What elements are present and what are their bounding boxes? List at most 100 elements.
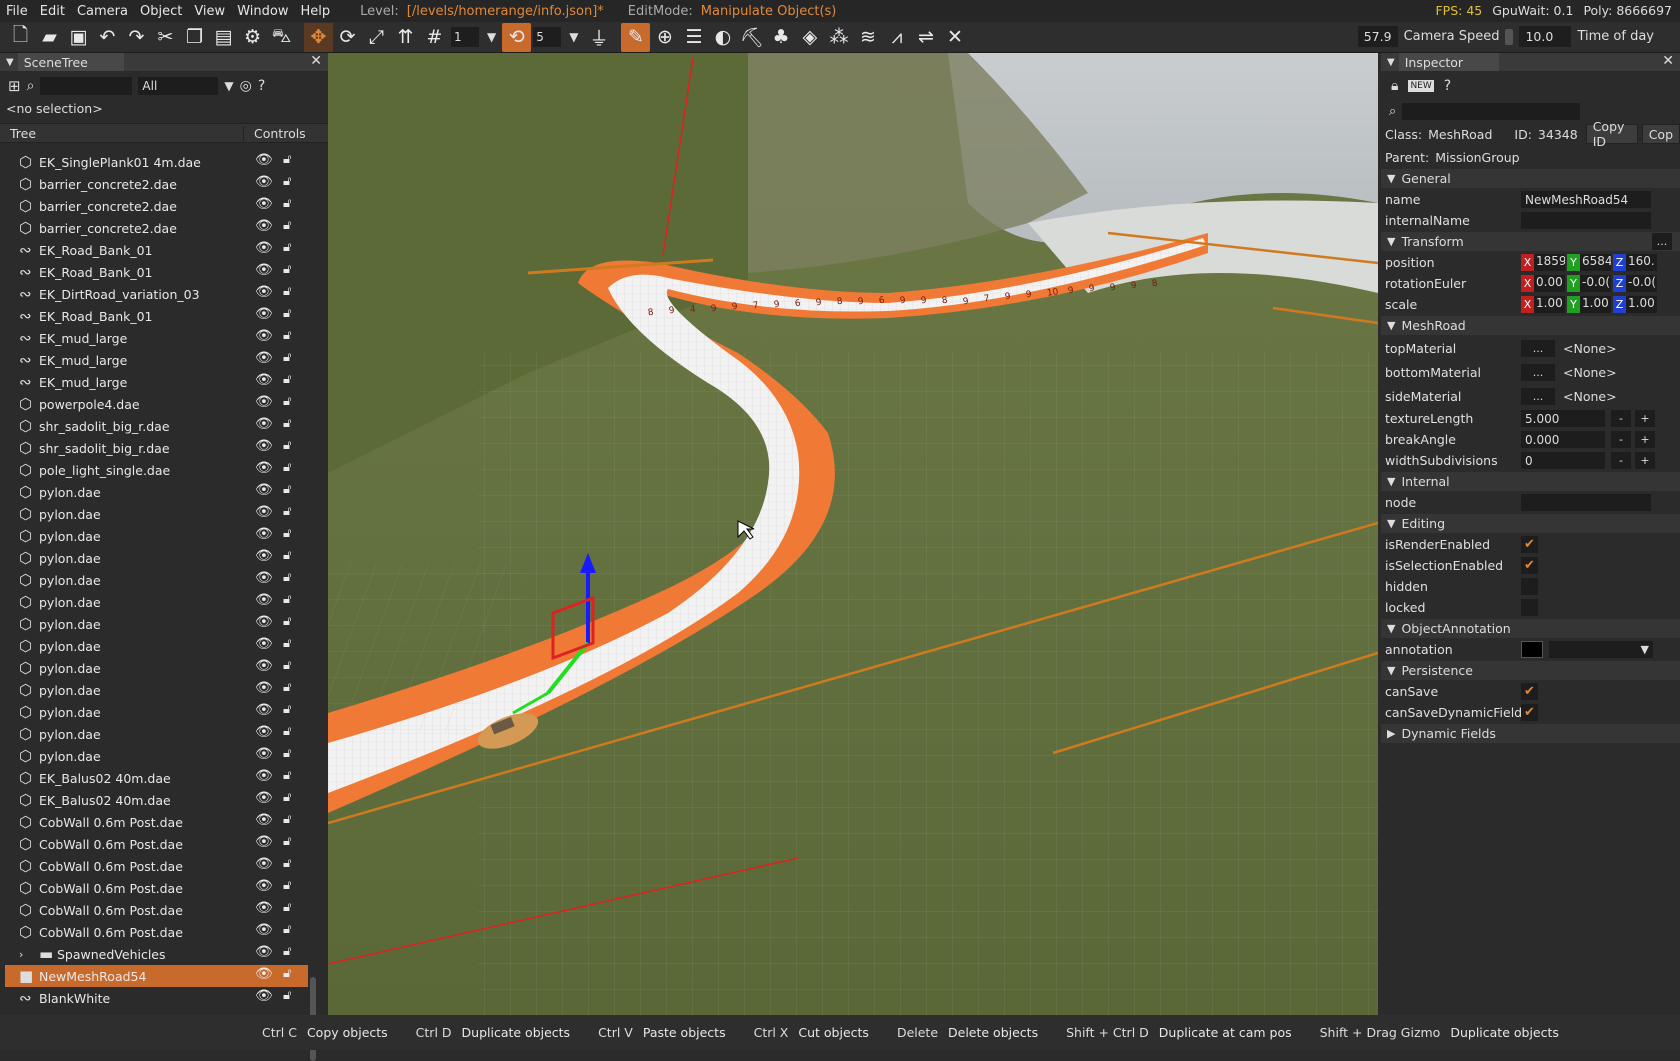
lock-icon[interactable]: 🔓︎: [283, 592, 291, 607]
section-meshroad[interactable]: ▼ MeshRoad: [1381, 316, 1680, 335]
visibility-eye-icon[interactable]: 👁︎: [255, 856, 273, 872]
visibility-eye-icon[interactable]: 👁︎: [255, 174, 273, 190]
section-general[interactable]: ▼ General: [1381, 169, 1680, 188]
tree-row[interactable]: ∾ EK_mud_large 👁︎ 🔓︎: [5, 327, 308, 349]
menu-object[interactable]: Object: [134, 4, 188, 19]
lock-icon[interactable]: 🔒︎: [1391, 78, 1398, 94]
ai-path-icon[interactable]: ✕: [940, 23, 969, 52]
tree-row[interactable]: ⬡ pylon.dae 👁︎ 🔓︎: [5, 613, 308, 635]
terrain-snap-icon[interactable]: ⏚: [584, 23, 613, 52]
visibility-eye-icon[interactable]: 👁︎: [255, 218, 273, 234]
filter-select[interactable]: All: [138, 77, 219, 95]
rotate-snap-value[interactable]: 5: [533, 27, 562, 47]
texturelength-increment[interactable]: +: [1635, 410, 1655, 427]
tree-row[interactable]: ⬡ CobWall 0.6m Post.dae 👁︎ 🔓︎: [5, 811, 308, 833]
section-transform[interactable]: ▼ Transform...: [1381, 232, 1680, 251]
tree-row[interactable]: ⬡ pylon.dae 👁︎ 🔓︎: [5, 701, 308, 723]
lock-icon[interactable]: 🔓︎: [283, 878, 291, 893]
section-editing[interactable]: ▼ Editing: [1381, 514, 1680, 533]
expand-chevron-icon[interactable]: ›: [19, 948, 23, 961]
navigation-icon[interactable]: ⇌: [911, 23, 940, 52]
visibility-eye-icon[interactable]: 👁︎: [255, 482, 273, 498]
lock-icon[interactable]: 🔓︎: [283, 746, 291, 761]
search-input[interactable]: [40, 77, 133, 95]
internalname-field[interactable]: [1521, 212, 1651, 229]
texturelength-decrement[interactable]: -: [1611, 410, 1631, 427]
visibility-eye-icon[interactable]: 👁︎: [255, 504, 273, 520]
lock-icon[interactable]: 🔓︎: [283, 262, 291, 277]
lock-icon[interactable]: 🔓︎: [283, 900, 291, 915]
new-file-icon[interactable]: 🗋: [6, 23, 35, 52]
menu-camera[interactable]: Camera: [71, 4, 134, 19]
visibility-eye-icon[interactable]: 👁︎: [255, 416, 273, 432]
visibility-eye-icon[interactable]: 👁︎: [255, 592, 273, 608]
new-group-icon[interactable]: ⊞: [8, 77, 21, 95]
position-y[interactable]: 6584: [1580, 254, 1611, 271]
visibility-eye-icon[interactable]: 👁︎: [255, 262, 273, 278]
visibility-eye-icon[interactable]: 👁︎: [255, 526, 273, 542]
widthsubdivisions-increment[interactable]: +: [1635, 452, 1655, 469]
visibility-eye-icon[interactable]: 👁︎: [255, 790, 273, 806]
tree-row[interactable]: ⬡ CobWall 0.6m Post.dae 👁︎ 🔓︎: [5, 877, 308, 899]
bottommaterial-browse-button[interactable]: ...: [1521, 363, 1555, 381]
tree-row[interactable]: ⬡ pylon.dae 👁︎ 🔓︎: [5, 525, 308, 547]
visibility-eye-icon[interactable]: 👁︎: [255, 570, 273, 586]
lock-icon[interactable]: 🔓︎: [283, 394, 291, 409]
lock-icon[interactable]: 🔓︎: [283, 922, 291, 937]
breakangle-decrement[interactable]: -: [1611, 431, 1631, 448]
scene-tree-title[interactable]: SceneTree: [17, 53, 124, 71]
road-architect-icon[interactable]: ⩘: [882, 23, 911, 52]
paint-roller-icon[interactable]: ⛏: [737, 23, 766, 52]
lock-icon[interactable]: 🔓︎: [283, 768, 291, 783]
tree-row[interactable]: ⬡ pole_light_single.dae 👁︎ 🔓︎: [5, 459, 308, 481]
visibility-eye-icon[interactable]: 👁︎: [255, 548, 273, 564]
decal-icon[interactable]: ◈: [795, 23, 824, 52]
grid-snap-value[interactable]: 1: [451, 27, 479, 47]
node-field[interactable]: [1521, 494, 1651, 511]
scale-gizmo-icon[interactable]: ⤢: [362, 23, 391, 52]
tree-row[interactable]: ⬡ CobWall 0.6m Post.dae 👁︎ 🔓︎: [5, 899, 308, 921]
radar-icon[interactable]: ◎: [240, 78, 252, 94]
tree-row[interactable]: ⬡ EK_Balus02 40m.dae 👁︎ 🔓︎: [5, 767, 308, 789]
visibility-eye-icon[interactable]: 👁︎: [255, 372, 273, 388]
rotate-snap-icon[interactable]: ⟲: [502, 22, 532, 52]
tree-row[interactable]: ⬡ barrier_concrete2.dae 👁︎ 🔓︎: [5, 217, 308, 239]
tree-row[interactable]: ∾ EK_Road_Bank_01 👁︎ 🔓︎: [5, 305, 308, 327]
lock-icon[interactable]: 🔓︎: [283, 944, 291, 959]
widthsubdivisions-field[interactable]: 0: [1521, 452, 1605, 469]
tree-row[interactable]: ∾ EK_DirtRoad_variation_03 👁︎ 🔓︎: [5, 283, 308, 305]
tree-row[interactable]: ⬡ pylon.dae 👁︎ 🔓︎: [5, 657, 308, 679]
scale-z[interactable]: 1.00: [1626, 296, 1657, 313]
tree-row[interactable]: ⬡ shr_sadolit_big_r.dae 👁︎ 🔓︎: [5, 437, 308, 459]
lock-icon[interactable]: 🔓︎: [283, 350, 291, 365]
visibility-eye-icon[interactable]: 👁︎: [255, 680, 273, 696]
tree-row[interactable]: ⬡ pylon.dae 👁︎ 🔓︎: [5, 569, 308, 591]
section-dynamicfields[interactable]: ▶ Dynamic Fields: [1381, 724, 1680, 743]
forest-icon[interactable]: ♣: [766, 23, 795, 52]
visibility-eye-icon[interactable]: 👁︎: [255, 834, 273, 850]
lock-icon[interactable]: 🔓︎: [283, 790, 291, 805]
visibility-eye-icon[interactable]: 👁︎: [255, 196, 273, 212]
copy-button[interactable]: Cop: [1641, 124, 1680, 144]
lock-icon[interactable]: 🔓︎: [283, 988, 291, 1003]
section-objectannotation[interactable]: ▼ ObjectAnnotation: [1381, 619, 1680, 638]
tree-row[interactable]: ⬡ pylon.dae 👁︎ 🔓︎: [5, 723, 308, 745]
visibility-eye-icon[interactable]: 👁︎: [255, 438, 273, 454]
tree-row[interactable]: ∾ EK_mud_large 👁︎ 🔓︎: [5, 349, 308, 371]
rotate-gizmo-icon[interactable]: ⟳: [333, 23, 362, 52]
camera-speed-slider[interactable]: [1505, 28, 1514, 45]
open-folder-icon[interactable]: ▰: [35, 23, 64, 52]
save-icon[interactable]: ▣: [64, 23, 93, 52]
filter-dropdown-icon[interactable]: ▼: [224, 79, 233, 93]
visibility-eye-icon[interactable]: 👁︎: [255, 328, 273, 344]
transform-options-button[interactable]: ...: [1652, 233, 1672, 250]
visibility-eye-icon[interactable]: 👁︎: [255, 922, 273, 938]
lock-icon[interactable]: 🔓︎: [283, 834, 291, 849]
tree-row[interactable]: ⬡ powerpole4.dae 👁︎ 🔓︎: [5, 393, 308, 415]
tree-row[interactable]: ⬡ pylon.dae 👁︎ 🔓︎: [5, 591, 308, 613]
isselectionenabled-checkbox[interactable]: ✔: [1521, 557, 1538, 574]
position-z[interactable]: 160.: [1626, 254, 1657, 271]
lock-icon[interactable]: 🔓︎: [283, 284, 291, 299]
copy-icon[interactable]: ❐: [180, 23, 209, 52]
tree-row[interactable]: ⬡ pylon.dae 👁︎ 🔓︎: [5, 481, 308, 503]
